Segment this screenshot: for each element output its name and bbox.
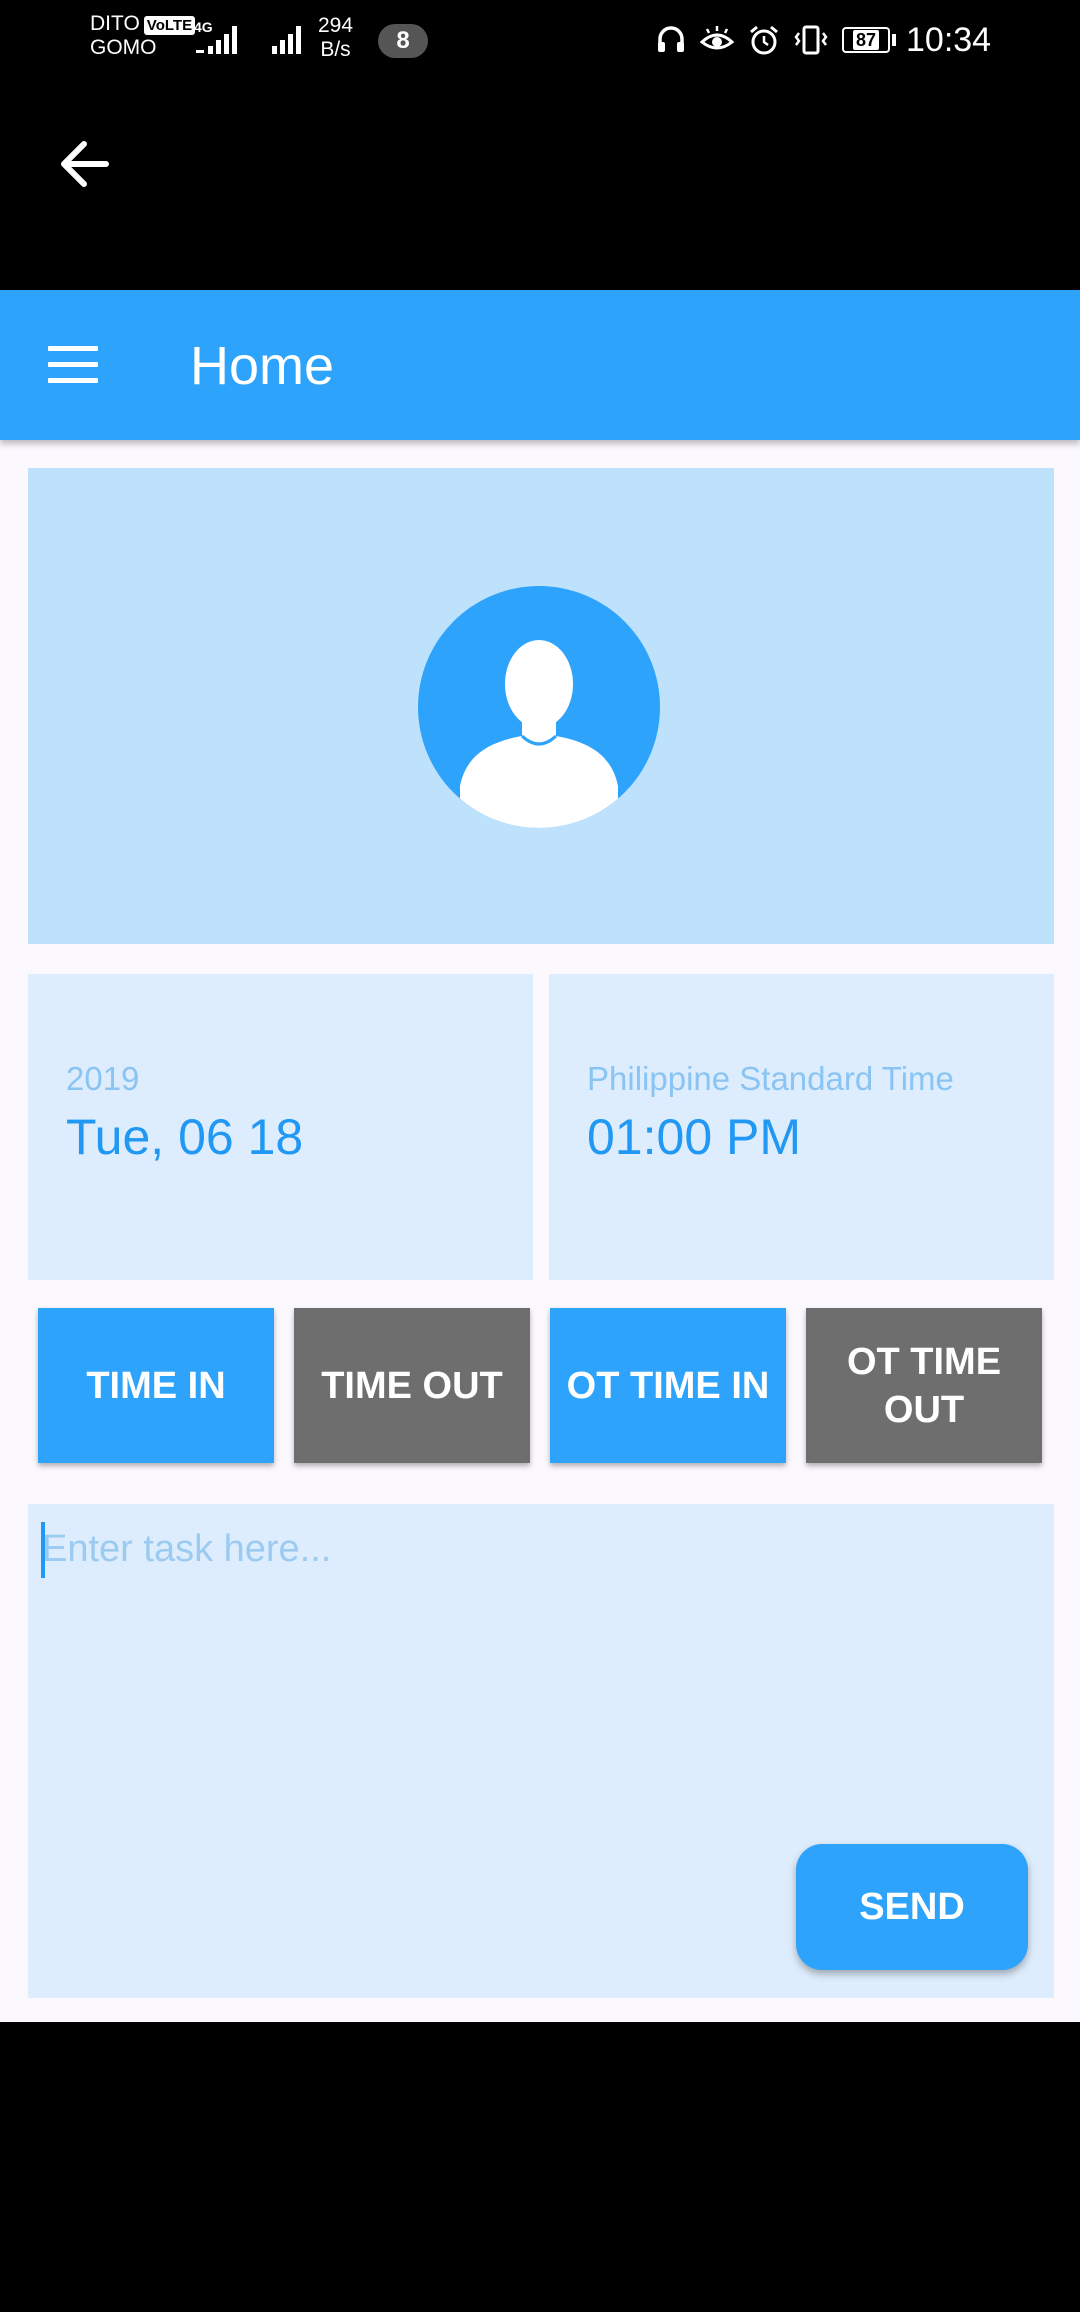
back-arrow-icon[interactable] <box>56 134 116 194</box>
task-panel: SEND <box>28 1504 1054 1998</box>
eye-comfort-icon <box>700 26 734 50</box>
send-button[interactable]: SEND <box>796 1844 1028 1970</box>
year-label: 2019 <box>66 1060 140 1097</box>
time-out-button[interactable]: TIME OUT <box>294 1308 530 1463</box>
battery-icon: 87 <box>842 27 896 53</box>
carrier-name: DITO <box>90 12 140 35</box>
app-screen: Home 2019 Tue, 06 18 Philippine Standard… <box>0 290 1080 2022</box>
battery-level: 87 <box>852 30 880 50</box>
time-in-button[interactable]: TIME IN <box>38 1308 274 1463</box>
status-bar: DITO VoLTE GOMO 4G 294 B/s 8 87 10:34 <box>0 0 1080 80</box>
carrier-info: DITO VoLTE GOMO <box>90 12 196 60</box>
signal-icon <box>196 26 237 54</box>
ot-time-out-button[interactable]: OT TIME OUT <box>806 1308 1042 1463</box>
speed-unit: B/s <box>320 38 351 61</box>
hamburger-menu-icon[interactable] <box>48 346 98 384</box>
status-icons: 87 <box>656 20 896 60</box>
avatar-icon[interactable] <box>418 586 660 828</box>
ot-time-in-button[interactable]: OT TIME IN <box>550 1308 786 1463</box>
carrier-name-2: GOMO <box>90 36 157 59</box>
signal-icon-2 <box>272 26 301 54</box>
profile-panel <box>28 468 1054 944</box>
network-speed: 294 B/s <box>318 14 353 62</box>
timezone-label: Philippine Standard Time <box>587 1060 954 1097</box>
notification-badge: 8 <box>378 24 428 58</box>
volte-badge: VoLTE <box>143 16 196 35</box>
vibrate-icon <box>794 25 828 55</box>
clock: 10:34 <box>906 21 992 59</box>
page-title: Home <box>190 336 335 396</box>
task-input[interactable] <box>40 1514 1032 1584</box>
time-card: Philippine Standard Time 01:00 PM <box>549 974 1054 1280</box>
headset-icon <box>658 26 684 52</box>
text-cursor <box>41 1522 45 1578</box>
date-value: Tue, 06 18 <box>66 1109 304 1165</box>
date-card: 2019 Tue, 06 18 <box>28 974 533 1280</box>
alarm-icon <box>750 25 778 55</box>
app-bar: Home <box>0 290 1080 440</box>
time-value: 01:00 PM <box>587 1109 802 1165</box>
speed-value: 294 <box>318 14 354 37</box>
